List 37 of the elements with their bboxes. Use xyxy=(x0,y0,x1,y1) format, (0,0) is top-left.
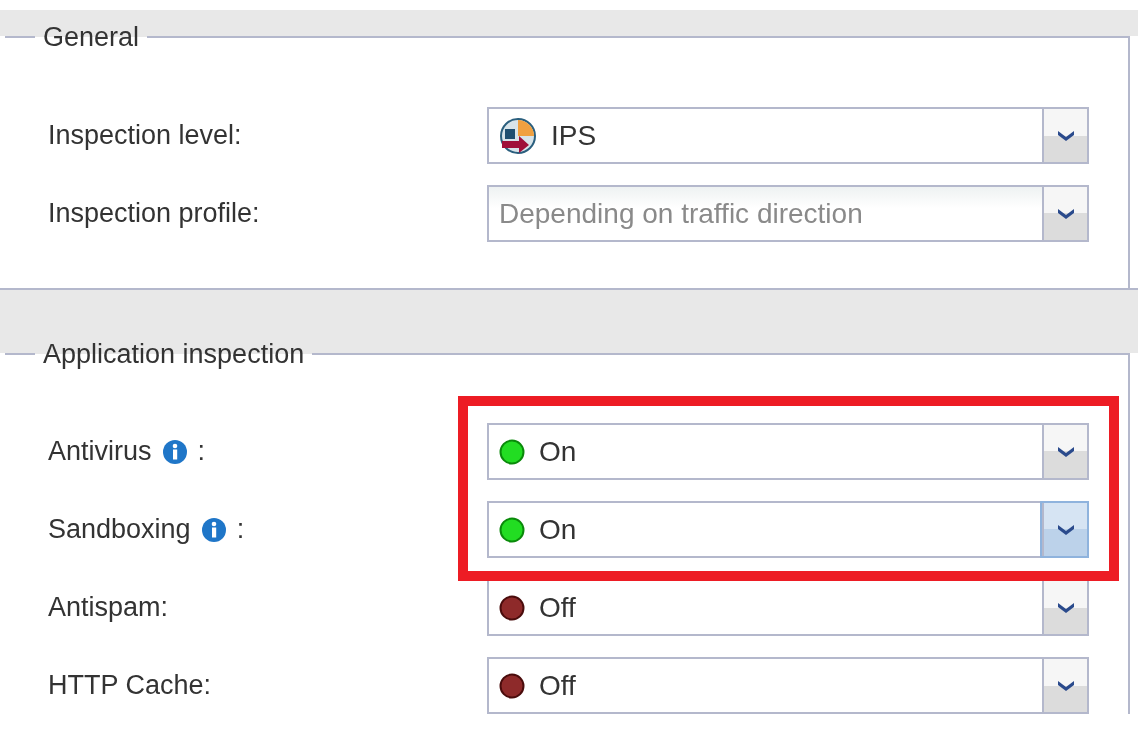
dropdown-button[interactable] xyxy=(1042,581,1087,634)
chevron-down-icon xyxy=(1056,523,1075,536)
dropdown-button[interactable] xyxy=(1042,659,1087,712)
shield-globe-icon xyxy=(499,116,537,155)
dropdown-field[interactable]: Off xyxy=(487,579,1089,636)
status-dot-icon xyxy=(499,594,525,621)
dropdown-button[interactable] xyxy=(1042,425,1087,478)
field-label: Inspection profile: xyxy=(48,197,260,231)
field-label-suffix: : xyxy=(236,513,245,547)
selected-value: IPS xyxy=(551,118,597,153)
dropdown-field[interactable]: On xyxy=(487,423,1089,480)
field-label: Antivirus xyxy=(48,435,152,469)
selected-value: Off xyxy=(539,668,576,703)
field-label-suffix: : xyxy=(197,435,206,469)
dropdown-field[interactable]: IPS xyxy=(487,107,1089,164)
field-label: Antispam: xyxy=(48,591,169,625)
field-label: Sandboxing xyxy=(48,513,191,547)
info-icon xyxy=(200,516,227,543)
selected-value: On xyxy=(539,434,577,469)
dropdown-button[interactable] xyxy=(1042,503,1087,556)
dropdown-button[interactable] xyxy=(1042,109,1087,162)
selected-value: Depending on traffic direction xyxy=(499,196,863,231)
info-icon xyxy=(161,438,188,465)
chevron-down-icon xyxy=(1056,601,1075,614)
chevron-down-icon xyxy=(1056,679,1075,692)
status-dot-icon xyxy=(499,516,525,543)
chevron-down-icon xyxy=(1056,207,1075,220)
status-dot-icon xyxy=(499,438,525,465)
selected-value: Off xyxy=(539,590,576,625)
selected-value: On xyxy=(539,512,577,547)
field-label: HTTP Cache: xyxy=(48,669,212,703)
dropdown-field[interactable]: On xyxy=(487,501,1089,558)
status-dot-icon xyxy=(499,672,525,699)
dropdown-field[interactable]: Off xyxy=(487,657,1089,714)
field-label: Inspection level: xyxy=(48,119,242,153)
chevron-down-icon xyxy=(1056,445,1075,458)
chevron-down-icon xyxy=(1056,129,1075,142)
